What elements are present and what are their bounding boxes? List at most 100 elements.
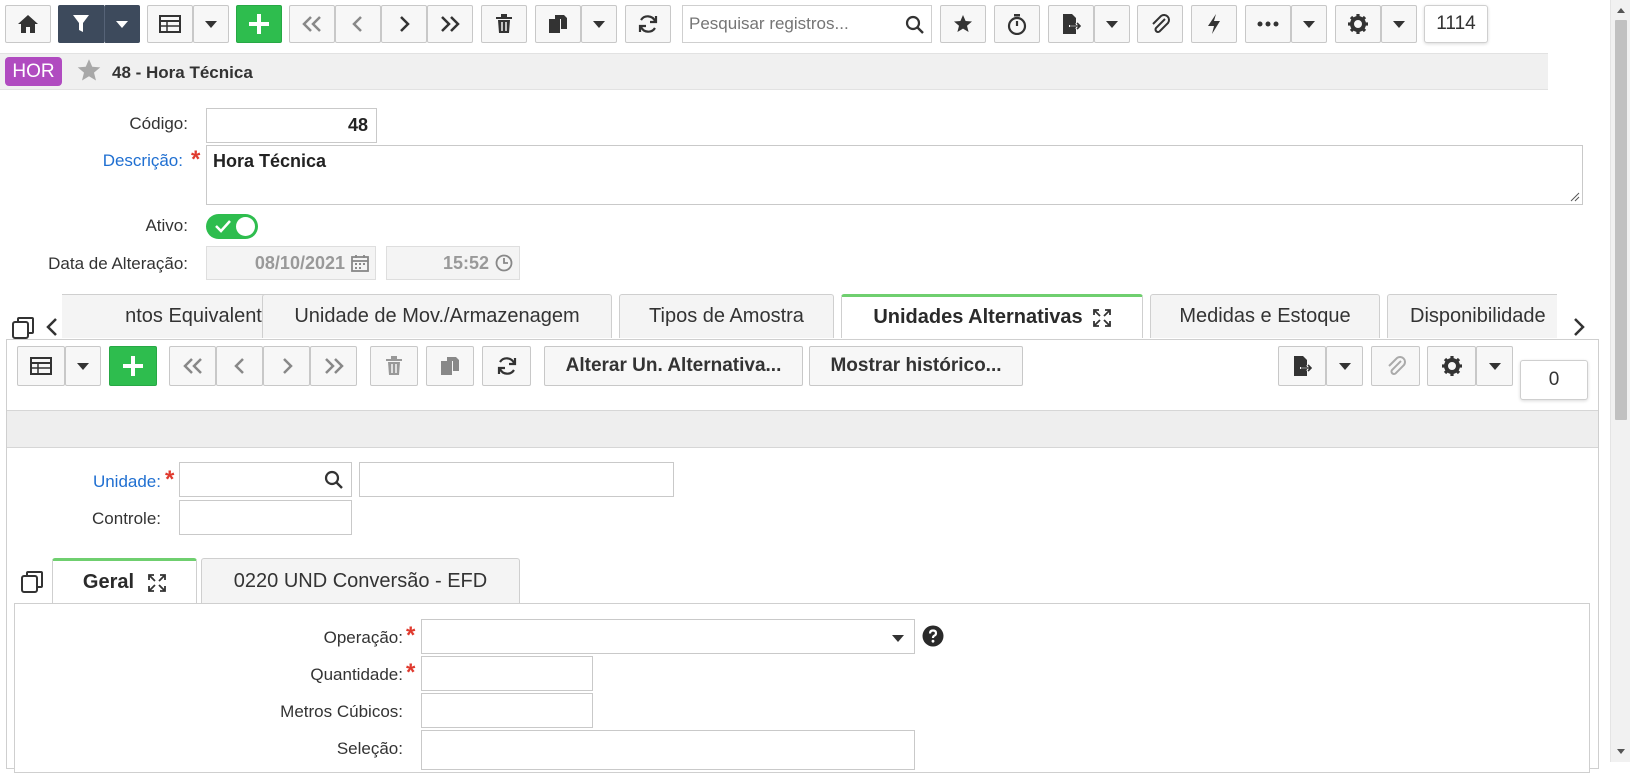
alterar-un-alternativa-button[interactable]: Alterar Un. Alternativa... [544,346,803,386]
add-record-button[interactable] [236,5,282,43]
trash-icon [386,356,402,375]
search-input[interactable] [683,6,898,42]
export-rows-dropdown[interactable] [1326,346,1363,386]
add-row-button[interactable] [109,346,157,386]
search-icon[interactable] [324,470,344,490]
tab-label: Geral [82,571,135,593]
first-row-button[interactable] [169,346,216,386]
tab-tipos-amostra[interactable]: Tipos de Amostra [619,294,834,338]
refresh-icon [497,357,516,375]
tab-0220-und-conversao[interactable]: 0220 UND Conversão - EFD [201,558,520,604]
previous-row-button[interactable] [216,346,263,386]
expand-icon[interactable] [148,573,166,592]
tab-label: Unidades Alternativas [873,306,1083,328]
attachment-button[interactable] [1137,5,1183,43]
calendar-icon[interactable] [351,254,369,272]
tab-label: Disponibilidade [1410,305,1546,327]
settings-rows-button[interactable] [1427,346,1476,386]
toggle-knob [236,217,255,236]
record-count-badge: 1114 [1424,5,1488,43]
previous-record-button[interactable] [335,5,381,43]
export-rows-button[interactable] [1278,346,1326,386]
copy-tabs-icon[interactable] [11,316,35,340]
copy-row-button[interactable] [426,346,474,386]
chevron-down-icon [205,20,217,28]
ativo-toggle[interactable] [206,214,258,239]
chevron-right-icon[interactable] [1572,317,1586,337]
home-icon [18,15,38,33]
copy-button[interactable] [535,5,581,43]
quantidade-field[interactable] [421,656,593,691]
delete-button[interactable] [481,5,527,43]
scroll-up-icon[interactable] [1611,3,1630,17]
expand-icon[interactable] [1092,308,1111,327]
double-chevron-right-icon [324,358,344,374]
refresh-rows-button[interactable] [482,346,531,386]
unidade-descricao-field[interactable] [359,462,674,497]
grid-view-dropdown[interactable] [193,5,229,43]
double-chevron-left-icon [302,16,321,32]
last-record-button[interactable] [427,5,473,43]
selecao-field[interactable] [421,730,915,770]
grid-view-dropdown[interactable] [65,346,101,386]
search-box [682,5,932,43]
settings-rows-dropdown[interactable] [1476,346,1513,386]
controle-field[interactable] [179,500,352,535]
chevron-left-icon[interactable] [45,317,59,337]
copy-icon [549,15,567,33]
scrollbar-thumb[interactable] [1615,20,1627,420]
chevron-down-icon [77,362,89,370]
tab-medidas-estoque[interactable]: Medidas e Estoque [1150,294,1380,338]
clock-icon[interactable] [495,254,513,272]
more-dropdown[interactable] [1291,5,1327,43]
copy-tabs-icon[interactable] [20,570,44,594]
next-record-button[interactable] [381,5,427,43]
required-marker: * [406,622,416,649]
star-icon[interactable] [76,58,102,83]
timer-button[interactable] [994,5,1040,43]
grid-view-button[interactable] [147,5,193,43]
tab-label: Tipos de Amostra [649,305,804,327]
settings-dropdown[interactable] [1381,5,1417,43]
tab-label: Unidade de Mov./Armazenagem [294,305,580,327]
export-button[interactable] [1048,5,1094,43]
unidade-field[interactable] [179,462,352,497]
filter-dropdown-button[interactable] [104,5,140,43]
copy-dropdown[interactable] [581,5,617,43]
tab-unidade-mov-armazenagem[interactable]: Unidade de Mov./Armazenagem [262,294,612,338]
actions-button[interactable] [1191,5,1237,43]
last-row-button[interactable] [310,346,357,386]
favorite-button[interactable] [940,5,986,43]
table-icon [159,15,181,33]
operacao-label: Operação: [323,628,403,647]
tab-disponibilidade[interactable]: Disponibilidade [1387,294,1557,338]
metros-cubicos-field[interactable] [421,693,593,728]
settings-button[interactable] [1335,5,1381,43]
home-button[interactable] [5,5,51,43]
codigo-field[interactable]: 48 [206,108,377,143]
metros-cubicos-label: Metros Cúbicos: [280,702,403,721]
export-dropdown[interactable] [1094,5,1130,43]
module-badge-text: HOR [12,60,55,82]
descricao-label: Descrição: [102,151,183,170]
mostrar-historico-button[interactable]: Mostrar histórico... [809,346,1023,386]
next-row-button[interactable] [263,346,310,386]
grid-view-button[interactable] [17,346,65,386]
filter-button[interactable] [58,5,104,43]
vertical-scrollbar[interactable] [1610,0,1630,762]
tab-unidades-alternativas[interactable]: Unidades Alternativas [841,294,1143,338]
descricao-field[interactable]: Hora Técnica [206,145,1583,205]
delete-row-button[interactable] [370,346,418,386]
copy-icon [441,357,459,375]
scroll-down-icon[interactable] [1611,745,1630,759]
more-button[interactable] [1245,5,1291,43]
tab-geral[interactable]: Geral [52,558,197,604]
first-record-button[interactable] [289,5,335,43]
search-icon[interactable] [905,15,925,35]
help-icon[interactable] [922,625,944,647]
operacao-select[interactable] [421,619,915,654]
refresh-button[interactable] [625,5,671,43]
attachment-rows-button[interactable] [1371,346,1420,386]
plus-icon [123,356,143,376]
resize-handle-icon[interactable] [1570,192,1580,202]
